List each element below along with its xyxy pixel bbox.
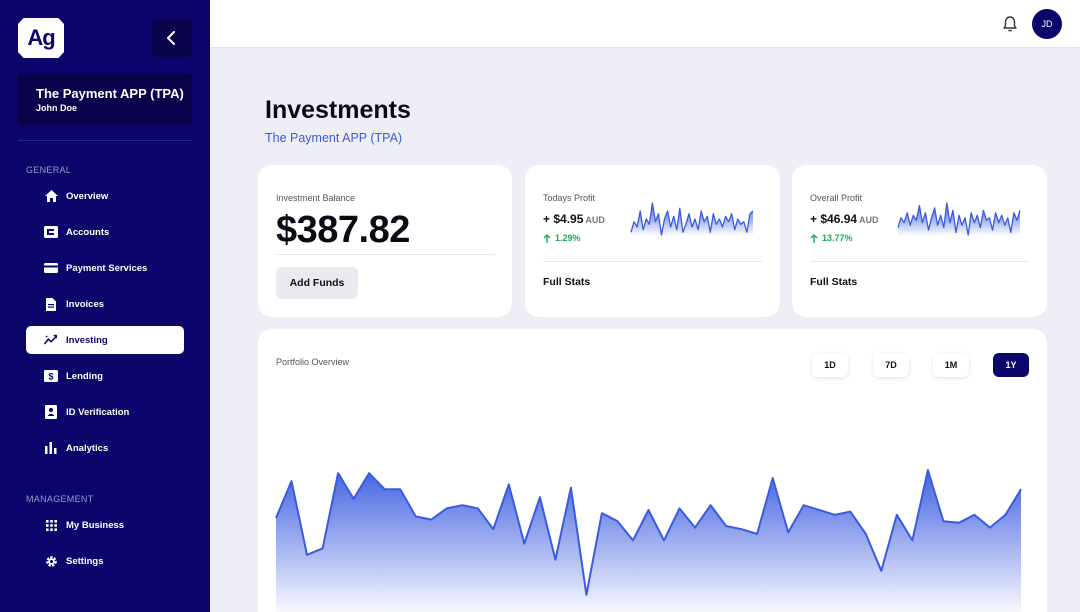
app-name: The Payment APP (TPA)	[36, 86, 184, 101]
sidebar-item-analytics[interactable]: Analytics	[26, 434, 184, 462]
dollar-icon: $	[44, 369, 58, 383]
sidebar-item-settings[interactable]: Settings	[26, 547, 184, 575]
profit-amount: + $4.95 AUD	[543, 212, 605, 226]
topbar: JD	[210, 0, 1080, 48]
card-divider	[276, 254, 495, 255]
arrow-up-icon	[810, 233, 818, 243]
sidebar-item-label: ID Verification	[66, 406, 130, 418]
collapse-sidebar-button[interactable]	[152, 19, 192, 57]
profit-change: 1.29%	[543, 233, 581, 243]
investment-balance-card: Investment Balance $387.82 Add Funds	[258, 165, 512, 317]
portfolio-series-area	[276, 470, 1021, 612]
todays-profit-sparkline	[630, 202, 754, 236]
full-stats-link[interactable]: Full Stats	[810, 276, 857, 288]
page-subtitle: The Payment APP (TPA)	[265, 131, 403, 145]
todays-profit-card: Todays Profit + $4.95 AUD 1.29% Full Stat…	[525, 165, 780, 317]
app-switcher[interactable]: The Payment APP (TPA) John Doe	[18, 73, 192, 125]
sidebar-item-label: Investing	[66, 334, 108, 346]
balance-amount: $387.82	[276, 209, 410, 251]
change-percent: 13.77%	[822, 233, 853, 243]
bell-icon[interactable]	[1002, 15, 1018, 33]
portfolio-area-chart	[275, 469, 1022, 612]
sidebar-item-label: Payment Services	[66, 262, 148, 274]
sidebar-item-label: Accounts	[66, 226, 110, 238]
profit-value: + $4.95	[543, 212, 584, 226]
sidebar-item-label: Settings	[66, 555, 104, 567]
page-title: Investments	[265, 96, 411, 124]
currency-label: AUD	[585, 215, 605, 225]
sidebar-item-id-verification[interactable]: ID Verification	[26, 398, 184, 426]
sidebar-item-lending[interactable]: $ Lending	[26, 362, 184, 390]
sidebar-item-payment-services[interactable]: Payment Services	[26, 254, 184, 282]
id-card-icon	[44, 405, 58, 419]
card-label: Investment Balance	[276, 193, 356, 203]
trend-icon	[44, 333, 58, 347]
sidebar-item-invoices[interactable]: Invoices	[26, 290, 184, 318]
accounts-icon	[44, 225, 58, 239]
section-label-management: MANAGEMENT	[26, 494, 94, 504]
sidebar-item-investing[interactable]: Investing	[26, 326, 184, 354]
card-label: Overall Profit	[810, 193, 863, 203]
sidebar-item-accounts[interactable]: Accounts	[26, 218, 184, 246]
card-divider	[810, 261, 1029, 262]
overall-profit-sparkline	[897, 202, 1021, 236]
sidebar-item-label: My Business	[66, 519, 125, 531]
portfolio-overview-card: Portfolio Overview 1D 7D 1M 1Y	[258, 329, 1047, 612]
profit-amount: + $46.94 AUD	[810, 212, 879, 226]
home-icon	[44, 189, 58, 203]
sidebar-item-label: Invoices	[66, 298, 105, 310]
sidebar: Ag The Payment APP (TPA) John Doe GENERA…	[0, 0, 210, 612]
full-stats-link[interactable]: Full Stats	[543, 276, 590, 288]
sidebar-divider	[18, 140, 192, 141]
user-avatar[interactable]: JD	[1032, 9, 1062, 39]
svg-text:$: $	[48, 372, 53, 382]
profit-change: 13.77%	[810, 233, 853, 243]
overall-profit-card: Overall Profit + $46.94 AUD 13.77% Full S…	[792, 165, 1047, 317]
sidebar-item-label: Overview	[66, 190, 109, 202]
sidebar-item-overview[interactable]: Overview	[26, 182, 184, 210]
document-icon	[44, 297, 58, 311]
profit-value: + $46.94	[810, 212, 858, 226]
grid-icon	[44, 518, 58, 532]
section-label-general: GENERAL	[26, 165, 72, 175]
bar-chart-icon	[44, 441, 58, 455]
card-icon	[44, 261, 58, 275]
gear-icon	[44, 554, 58, 568]
user-name: John Doe	[36, 103, 78, 113]
sidebar-item-my-business[interactable]: My Business	[26, 511, 184, 539]
arrow-up-icon	[543, 233, 551, 243]
change-percent: 1.29%	[555, 233, 581, 243]
currency-label: AUD	[859, 215, 879, 225]
sidebar-item-label: Lending	[66, 370, 103, 382]
add-funds-button[interactable]: Add Funds	[276, 267, 358, 299]
sidebar-item-label: Analytics	[66, 442, 109, 454]
app-logo[interactable]: Ag	[18, 18, 64, 58]
chevron-left-icon	[167, 31, 175, 45]
card-label: Todays Profit	[543, 193, 596, 203]
card-divider	[543, 261, 762, 262]
